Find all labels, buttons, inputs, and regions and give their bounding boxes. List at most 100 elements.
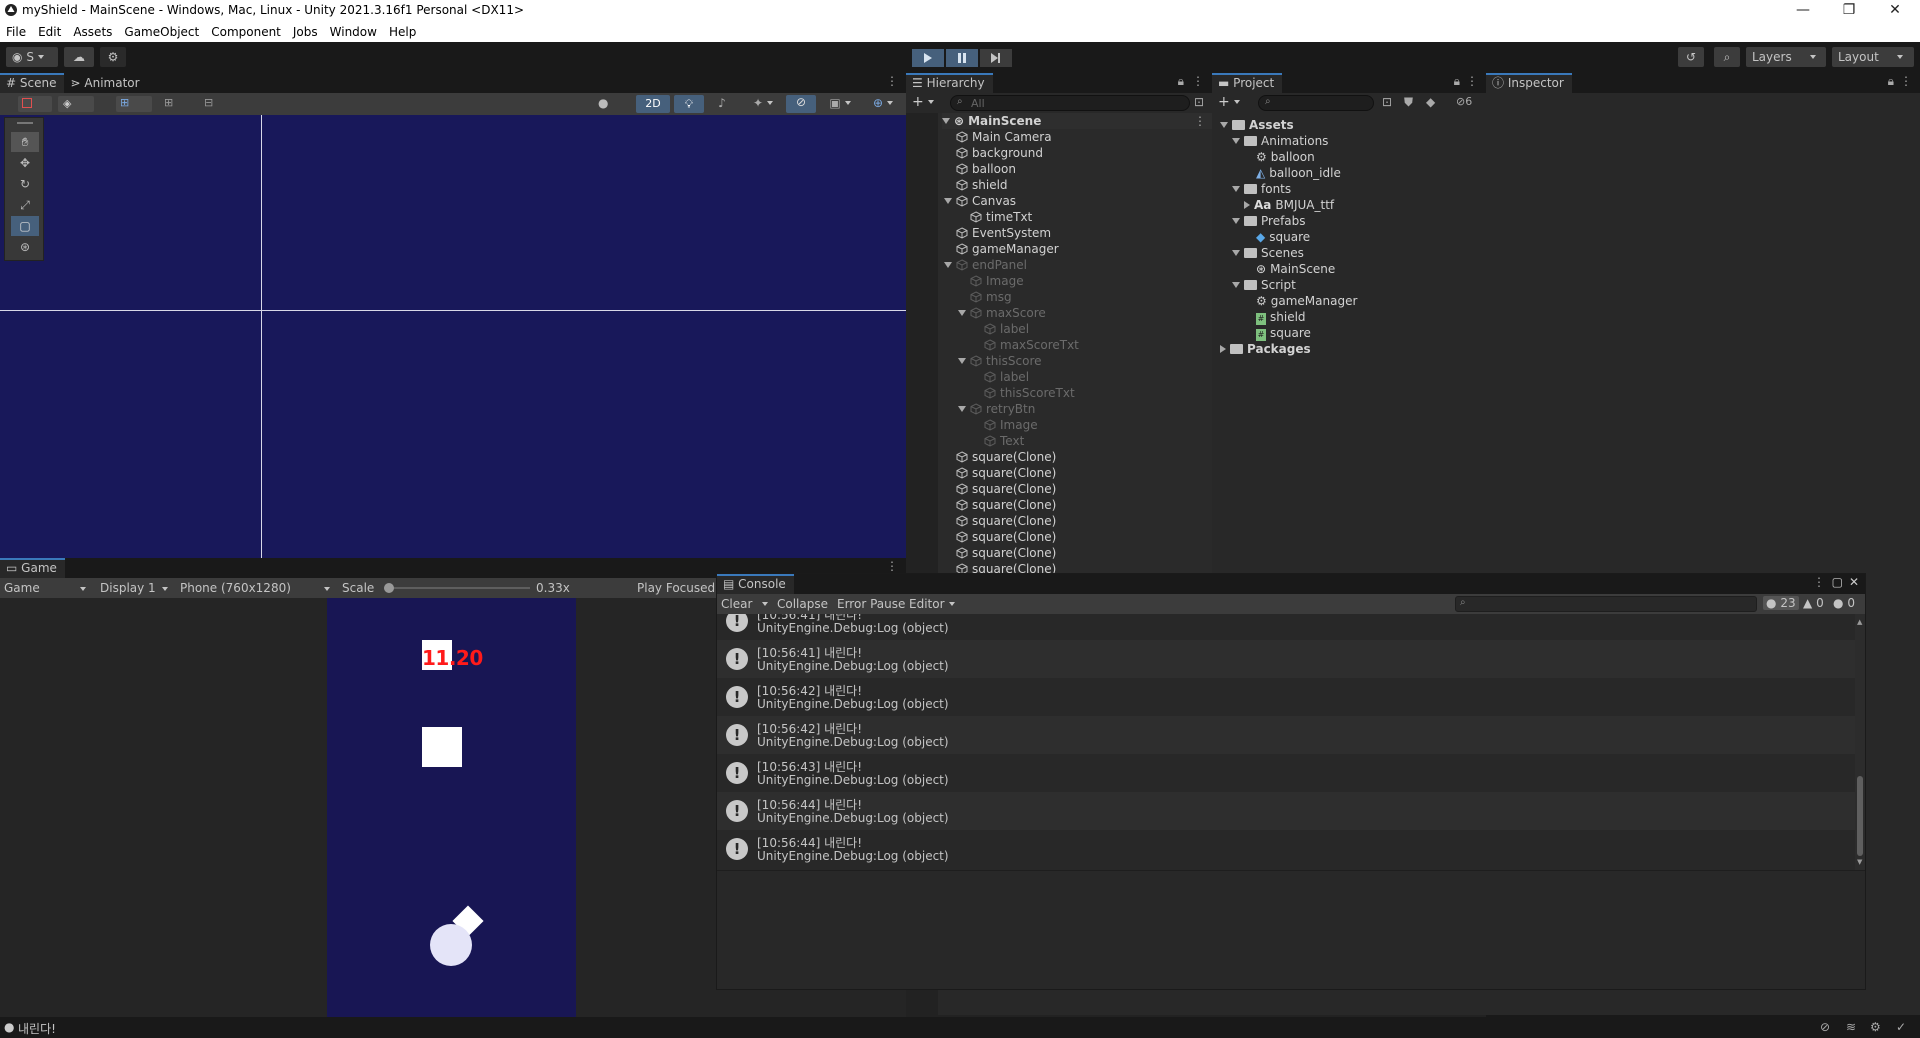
maximize-button[interactable]: ❐ xyxy=(1826,0,1872,22)
display-dropdown[interactable]: Display 1 xyxy=(100,581,172,595)
hierarchy-item[interactable]: label xyxy=(984,369,1029,385)
2d-toggle-button[interactable]: 2D xyxy=(636,95,670,113)
account-button[interactable]: ◉ S xyxy=(6,47,58,67)
move-tool-icon[interactable]: ✥ xyxy=(11,153,39,173)
hierarchy-item[interactable]: gameManager xyxy=(956,241,1059,257)
rotate-tool-icon[interactable]: ↻ xyxy=(11,174,39,194)
project-item[interactable]: ◆ square xyxy=(1244,229,1310,245)
tab-hierarchy[interactable]: ☰ Hierarchy xyxy=(906,73,993,93)
close-window-button[interactable]: ✕ xyxy=(1872,0,1918,22)
error-pause-toggle[interactable]: Error Pause xyxy=(837,597,905,611)
debug-mode-icon[interactable]: ⚙ xyxy=(1870,1020,1881,1034)
tab-scene[interactable]: # Scene xyxy=(0,73,65,93)
search-button[interactable]: ⌕ xyxy=(1714,47,1740,67)
project-item[interactable]: fonts xyxy=(1232,181,1291,197)
transform-tool-icon[interactable]: ⊛ xyxy=(11,237,39,257)
hierarchy-item[interactable]: thisScore xyxy=(958,353,1042,369)
menu-gameobject[interactable]: GameObject xyxy=(118,22,205,42)
layout-dropdown[interactable]: Layout xyxy=(1832,47,1914,67)
tab-project[interactable]: ▬ Project xyxy=(1212,73,1283,93)
status-message[interactable]: 내린다! xyxy=(18,1020,56,1037)
collapse-toggle[interactable]: Collapse xyxy=(777,597,828,611)
project-menu-icon[interactable]: ⋮ xyxy=(1466,74,1478,88)
grid-button[interactable]: ⊞ xyxy=(160,96,194,112)
console-scrollbar[interactable]: ▲ ▼ xyxy=(1855,614,1865,870)
audio-toggle[interactable]: ♪ xyxy=(710,96,734,112)
scale-slider-thumb[interactable] xyxy=(384,583,394,593)
console-search-input[interactable]: ⌕ xyxy=(1455,596,1757,612)
scale-slider[interactable] xyxy=(384,583,530,593)
search-by-type-icon[interactable]: ⊡ xyxy=(1382,95,1392,109)
hierarchy-item[interactable]: square(Clone) xyxy=(956,465,1056,481)
resolution-dropdown[interactable]: Phone (760x1280) xyxy=(180,581,334,595)
project-item[interactable]: ⚙ balloon xyxy=(1244,149,1315,165)
hierarchy-item[interactable]: Text xyxy=(984,433,1024,449)
project-item[interactable]: Animations xyxy=(1232,133,1328,149)
console-log-entry[interactable]: ! [10:56:41] 내린다! UnityEngine.Debug:Log (o… xyxy=(717,640,1857,678)
lock-icon[interactable]: 🔒︎ xyxy=(1178,74,1184,89)
hierarchy-item[interactable]: square(Clone) xyxy=(956,449,1056,465)
expand-arrow-icon[interactable] xyxy=(958,406,966,412)
hierarchy-item[interactable]: msg xyxy=(970,289,1012,305)
effects-dropdown[interactable]: ✦ xyxy=(744,96,782,112)
play-focused-dropdown[interactable]: Play Focused xyxy=(637,581,715,595)
gizmos-dropdown[interactable]: ⊕ xyxy=(864,96,902,112)
hierarchy-item[interactable]: square(Clone) xyxy=(956,561,1056,573)
cloud-button[interactable]: ☁ xyxy=(64,47,94,67)
maximize-panel-icon[interactable]: ▢ xyxy=(1832,575,1843,589)
create-button[interactable]: + xyxy=(912,94,934,110)
tab-animator[interactable]: ⋗ Animator xyxy=(64,73,147,93)
menu-file[interactable]: File xyxy=(0,22,32,42)
console-splitter[interactable] xyxy=(717,870,1865,871)
console-log-entry[interactable]: ! [10:56:42] 내린다! UnityEngine.Debug:Log (o… xyxy=(717,678,1857,716)
hierarchy-item[interactable]: thisScoreTxt xyxy=(984,385,1075,401)
snap-button[interactable]: ⊟ xyxy=(200,96,236,112)
scene-root-item[interactable]: ⊛ MainScene ⋮ xyxy=(942,113,1212,129)
expand-arrow-icon[interactable] xyxy=(958,310,966,316)
expand-arrow-icon[interactable] xyxy=(1232,186,1240,192)
search-by-label-icon[interactable]: ⛊ xyxy=(1404,95,1413,110)
project-search-input[interactable]: ⌕ xyxy=(1258,95,1374,111)
scene-visibility-toggle[interactable]: ⊘ xyxy=(786,95,816,113)
hierarchy-item[interactable]: retryBtn xyxy=(958,401,1035,417)
tab-inspector[interactable]: ⓘ Inspector xyxy=(1486,73,1572,93)
hierarchy-item[interactable]: maxScore xyxy=(958,305,1046,321)
menu-window[interactable]: Window xyxy=(324,22,383,42)
hand-tool-icon[interactable]: ✋︎ xyxy=(11,132,39,152)
scene-menu-icon[interactable]: ⋮ xyxy=(1194,113,1206,129)
collapsed-arrow-icon[interactable] xyxy=(1220,345,1226,353)
shading-button[interactable]: ◈ xyxy=(58,96,94,112)
draw-mode-button[interactable] xyxy=(18,96,52,112)
hierarchy-item[interactable]: Image xyxy=(970,273,1024,289)
tab-game[interactable]: ▭ Game xyxy=(0,558,65,578)
collapsed-arrow-icon[interactable] xyxy=(1244,201,1250,209)
project-create-button[interactable]: + xyxy=(1218,94,1240,110)
menu-component[interactable]: Component xyxy=(205,22,287,42)
scene-panel-menu-icon[interactable]: ⋮ xyxy=(886,74,898,88)
menu-assets[interactable]: Assets xyxy=(67,22,118,42)
project-item[interactable]: ◭ balloon_idle xyxy=(1244,165,1341,181)
expand-arrow-icon[interactable] xyxy=(944,198,952,204)
expand-arrow-icon[interactable] xyxy=(958,358,966,364)
render-mode-button[interactable]: ● xyxy=(594,96,630,112)
hierarchy-search-input[interactable]: ⌕ All xyxy=(950,95,1190,111)
hierarchy-menu-icon[interactable]: ⋮ xyxy=(1192,74,1204,88)
inspector-menu-icon[interactable]: ⋮ xyxy=(1900,74,1912,88)
play-button[interactable] xyxy=(912,49,944,67)
close-panel-icon[interactable]: ✕ xyxy=(1849,575,1859,589)
project-item[interactable]: ⊛ MainScene xyxy=(1244,261,1335,277)
hierarchy-item[interactable]: label xyxy=(984,321,1029,337)
project-item[interactable]: Scenes xyxy=(1232,245,1304,261)
pause-button[interactable] xyxy=(946,49,978,67)
cache-server-icon[interactable]: ⊘ xyxy=(1820,1020,1830,1034)
pivot-button[interactable]: ⊞ xyxy=(116,96,152,112)
search-options-icon[interactable]: ⊡ xyxy=(1194,95,1204,109)
game-view-dropdown[interactable]: Game xyxy=(4,581,88,595)
clear-button[interactable]: Clear xyxy=(721,597,769,611)
project-item[interactable]: Prefabs xyxy=(1232,213,1306,229)
console-log-entry[interactable]: ! [10:56:44] 내린다! UnityEngine.Debug:Log (o… xyxy=(717,830,1857,868)
minimize-button[interactable]: — xyxy=(1780,0,1826,22)
hierarchy-item[interactable]: shield xyxy=(956,177,1008,193)
menu-edit[interactable]: Edit xyxy=(32,22,67,42)
tab-console[interactable]: ▤ Console xyxy=(717,574,794,594)
